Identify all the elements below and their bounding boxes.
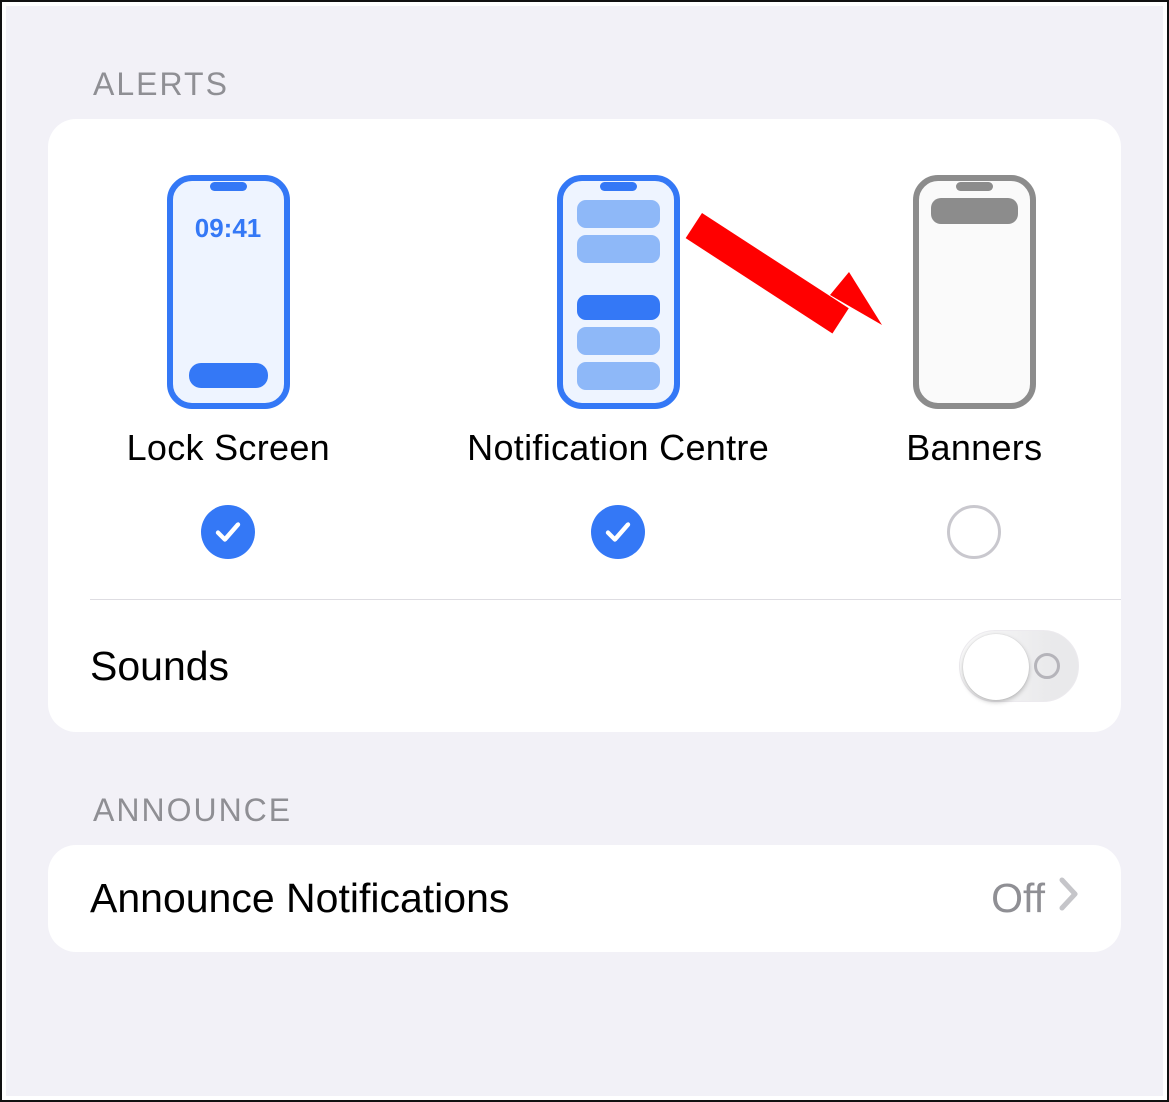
- checkmark-banners[interactable]: [947, 505, 1001, 559]
- value-announce-notifications: Off: [991, 875, 1045, 922]
- notification-centre-icon: [557, 175, 680, 409]
- check-icon: [213, 517, 243, 547]
- alert-option-banners[interactable]: Banners: [906, 175, 1042, 559]
- alert-label-lock-screen: Lock Screen: [127, 427, 330, 469]
- svg-text:09:41: 09:41: [195, 213, 262, 243]
- alert-label-notification-centre: Notification Centre: [467, 427, 769, 469]
- toggle-sounds[interactable]: [959, 630, 1079, 702]
- announce-card: Announce Notifications Off: [48, 845, 1121, 952]
- toggle-knob: [963, 634, 1029, 700]
- checkmark-lock-screen[interactable]: [201, 505, 255, 559]
- section-header-alerts: ALERTS: [48, 6, 1121, 119]
- toggle-off-indicator-icon: [1034, 653, 1060, 679]
- lock-screen-icon: 09:41: [167, 175, 290, 409]
- alerts-card: 09:41 Lock Screen: [48, 119, 1121, 732]
- row-sounds[interactable]: Sounds: [48, 600, 1121, 732]
- chevron-right-icon: [1059, 876, 1079, 921]
- alert-option-notification-centre[interactable]: Notification Centre: [467, 175, 769, 559]
- banners-icon: [913, 175, 1036, 409]
- section-header-announce: ANNOUNCE: [48, 732, 1121, 845]
- label-announce-notifications: Announce Notifications: [90, 875, 509, 922]
- alert-label-banners: Banners: [906, 427, 1042, 469]
- check-icon: [603, 517, 633, 547]
- checkmark-notification-centre[interactable]: [591, 505, 645, 559]
- label-sounds: Sounds: [90, 643, 229, 690]
- alert-option-lock-screen[interactable]: 09:41 Lock Screen: [127, 175, 330, 559]
- row-announce-notifications[interactable]: Announce Notifications Off: [48, 845, 1121, 952]
